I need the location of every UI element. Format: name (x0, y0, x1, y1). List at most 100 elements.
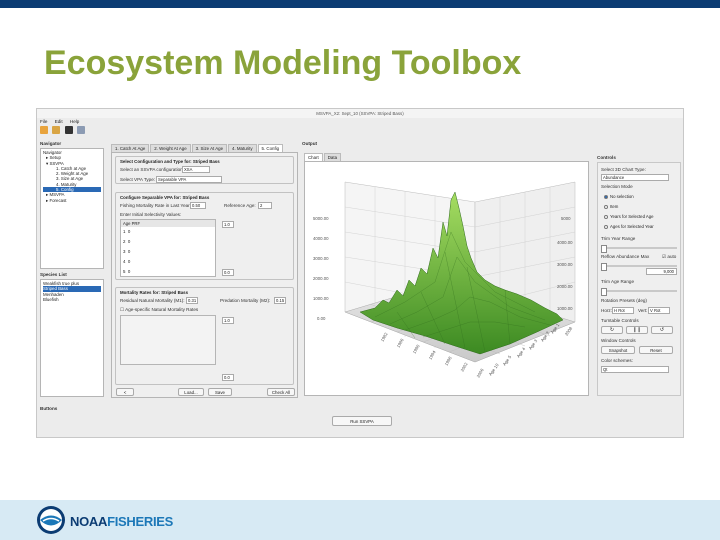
vpa-type-select[interactable]: Separable VPA (156, 176, 222, 183)
z-tick-label: 2000.00 (313, 276, 329, 281)
chart-area[interactable]: 5000.00 4000.00 3000.00 2000.00 1000.00 … (304, 161, 589, 396)
tab-maturity[interactable]: 4. Maturity (228, 144, 257, 152)
tab-data[interactable]: Data (323, 153, 342, 161)
mode-radio-none[interactable]: No selection (604, 194, 634, 199)
species-item[interactable]: Bluefish (43, 297, 101, 302)
tab-bar: 1. Catch At Age 2. Weight At Age 3. Size A… (111, 144, 284, 152)
noaa-fisheries-wordmark: NOAAFISHERIES (70, 514, 174, 529)
fishing-mort-input[interactable]: 0.50 (190, 202, 206, 209)
run-ssvpa-button[interactable]: Run SSVPA (332, 416, 392, 426)
group-title: Select Configuration and Type for: Strip… (120, 159, 220, 164)
output-title: Output (302, 141, 318, 146)
auto-checkbox[interactable]: ☑ auto (662, 254, 676, 260)
vert-select[interactable]: V Rot (648, 307, 670, 314)
vpa-type-label: Select VPA Type: (120, 177, 156, 182)
slide-title: Ecosystem Modeling Toolbox (44, 44, 522, 82)
ref-age-input[interactable]: 2 (258, 202, 272, 209)
residual-label: Residual Natural Mortality (M1): (120, 298, 185, 303)
separable-vpa-group: Configure Separable VPA for: Striped Bas… (115, 192, 294, 280)
sel-spin-top[interactable]: 1.0 (222, 221, 234, 228)
trim-age-slider[interactable] (601, 288, 677, 296)
reflow-input[interactable]: 9,000 (646, 268, 677, 275)
controls-title: Controls (597, 155, 616, 160)
pause-icon[interactable]: ❙❙ (626, 326, 648, 334)
wizard-icon[interactable] (76, 126, 85, 134)
age-specific-checkbox[interactable]: ☐ Age-specific Natural Mortality Rates (120, 307, 198, 313)
trim-year-slider[interactable] (601, 245, 677, 253)
residual-input[interactable]: 0.31 (186, 297, 198, 304)
mode-radio-item[interactable]: Item (604, 204, 618, 209)
group-title: Configure Separable VPA for: Striped Bas… (120, 195, 210, 200)
predation-label: Predation Mortality (M2): (220, 298, 271, 303)
rotate-cw-icon[interactable]: ↻ (601, 326, 623, 334)
window-title: MSVPA_X2: Sept_10 (SSVPA: Striped Bass) (37, 109, 683, 118)
tab-catch[interactable]: 1. Catch At Age (111, 144, 150, 152)
top-accent-bar (0, 0, 720, 8)
back-button[interactable]: < (116, 388, 134, 396)
mortality-group: Mortality Rates for: Striped Bass Residu… (115, 287, 294, 385)
z-axis-left: 5000.00 4000.00 3000.00 2000.00 1000.00 … (313, 216, 329, 321)
chart-type-label: Select 3D Chart Type: (601, 167, 646, 172)
age-tick-label: Age 4 (516, 346, 527, 359)
ssvpa-config-select[interactable]: XSA (182, 166, 210, 173)
trim-year-label: Trim Year Range (601, 236, 636, 241)
tree-item-forecast[interactable]: ▸ Forecast (43, 198, 101, 203)
year-tick-label: 1986 (396, 337, 405, 348)
sel-spin-bottom[interactable]: 0.0 (222, 269, 234, 276)
save-button[interactable]: Save (208, 388, 232, 396)
year-tick-label: 2006 (476, 367, 485, 378)
selection-mode-label: Selection Mode (601, 184, 633, 189)
open-folder-icon[interactable] (40, 126, 48, 134)
age-tick-label: 2008 (564, 325, 574, 336)
tab-chart[interactable]: Chart (304, 153, 323, 161)
menu-help[interactable]: Help (70, 119, 79, 124)
age-tick-label: Age 5 (502, 354, 513, 367)
z-tick-label: 3000.00 (557, 262, 573, 267)
surface-chart[interactable]: 5000.00 4000.00 3000.00 2000.00 1000.00 … (305, 162, 589, 396)
camera-icon[interactable] (64, 126, 73, 134)
noaa-logo-icon (37, 506, 65, 534)
year-tick-label: 1998 (444, 355, 453, 366)
tab-config[interactable]: 5. Config (257, 144, 284, 152)
navigator-tree: Navigator ▸ Setup ▾ SSVPA 1. Catch at Ag… (40, 148, 104, 269)
z-tick-label: 1000.00 (557, 306, 573, 311)
check-all-button[interactable]: Check All (267, 388, 295, 396)
reflow-label: Reflow Abundance Max (601, 254, 650, 259)
mode-radio-years[interactable]: Years for Selected Age (604, 214, 654, 219)
table-row[interactable]: 4 0 (121, 257, 215, 267)
table-row[interactable]: 1 0 (121, 227, 215, 237)
selectivity-table[interactable]: Age PRF 1 0 2 0 3 0 4 0 5 0 (120, 219, 216, 277)
reset-button[interactable]: Reset (639, 346, 673, 354)
vert-label: Vert: (638, 308, 648, 313)
table-header: Age PRF (121, 220, 215, 227)
table-row[interactable]: 5 0 (121, 267, 215, 277)
predation-input[interactable]: 0.15 (274, 297, 286, 304)
table-row[interactable]: 2 0 (121, 237, 215, 247)
z-tick-label: 4000.00 (557, 240, 573, 245)
mort-spin-top[interactable]: 1.0 (222, 317, 234, 324)
menu-edit[interactable]: Edit (55, 119, 63, 124)
mort-spin-bottom[interactable]: 0.0 (222, 374, 234, 381)
tab-size[interactable]: 3. Size At Age (191, 144, 228, 152)
tab-weight[interactable]: 2. Weight At Age (150, 144, 191, 152)
mode-radio-ages[interactable]: Ages for Selected Year (604, 224, 654, 229)
window-controls-label: Window Controls (601, 338, 636, 343)
menu-bar: File Edit Help (40, 118, 85, 125)
species-title: Species List (40, 272, 67, 277)
chart-type-select[interactable]: Abundance (601, 174, 669, 181)
menu-file[interactable]: File (40, 119, 47, 124)
color-scheme-select[interactable]: Qt (601, 366, 669, 373)
snapshot-button[interactable]: Snapshot (601, 346, 635, 354)
horz-label: Horz: (601, 308, 612, 313)
z-tick-label: 1000.00 (313, 296, 329, 301)
horz-select[interactable]: H Rot (612, 307, 634, 314)
rotate-ccw-icon[interactable]: ↺ (651, 326, 673, 334)
new-folder-icon[interactable] (52, 126, 61, 134)
reflow-slider[interactable] (601, 263, 677, 271)
load-button[interactable]: Load... (178, 388, 204, 396)
navigator-title: Navigator (40, 141, 62, 146)
table-row[interactable]: 3 0 (121, 247, 215, 257)
z-tick-label: 5000.00 (313, 216, 329, 221)
ref-age-label: Reference Age: (224, 203, 256, 208)
z-tick-label: 3000.00 (313, 256, 329, 261)
